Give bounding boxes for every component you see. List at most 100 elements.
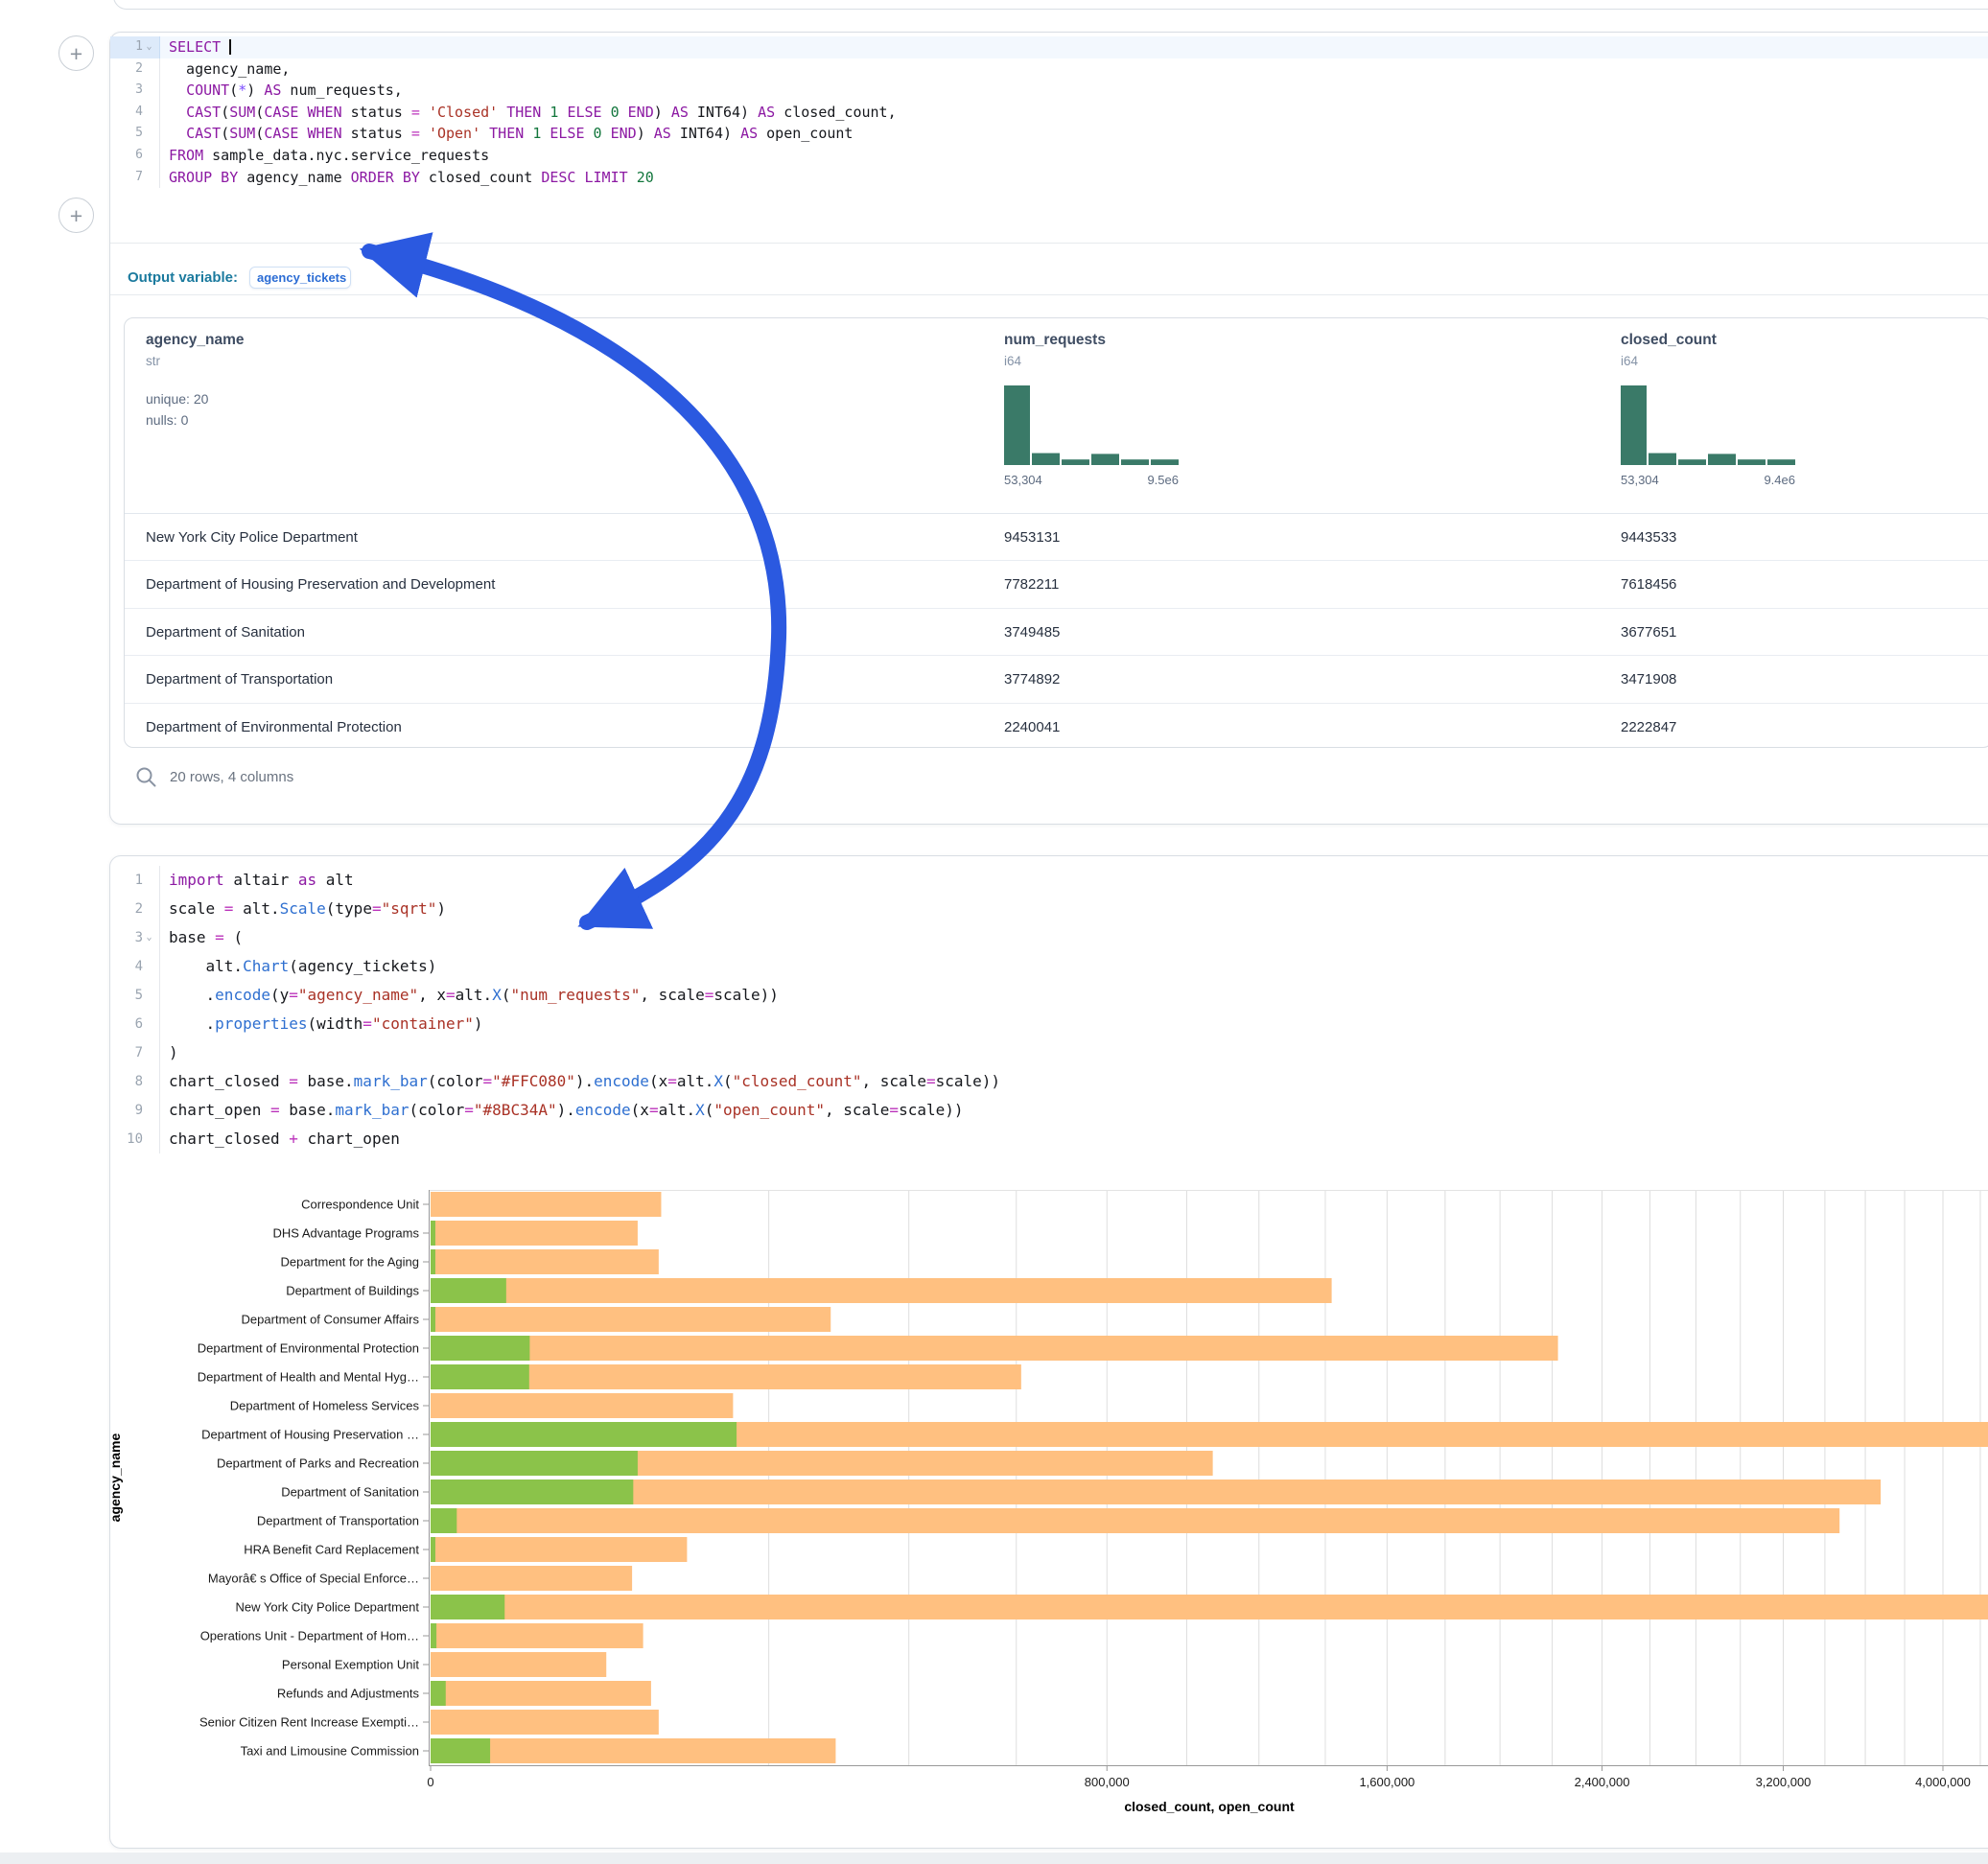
code-token — [620, 104, 628, 121]
bar-open-count — [431, 1336, 529, 1361]
code-line: 5 CAST(SUM(CASE WHEN status = 'Open' THE… — [110, 123, 1988, 145]
python-code-editor[interactable]: 1import altair as alt2scale = alt.Scale(… — [110, 866, 1988, 1153]
line-number: 8 — [135, 1067, 143, 1096]
code-token: ) — [637, 125, 654, 142]
code-line: 4 alt.Chart(agency_tickets) — [110, 952, 1988, 981]
bar-closed-count — [431, 1537, 687, 1562]
code-token: "agency_name" — [298, 986, 418, 1004]
code-line: 3⌄base = ( — [110, 923, 1988, 952]
code-token — [420, 104, 429, 121]
fold-chevron-icon[interactable]: ⌄ — [144, 923, 154, 952]
table-cell: Department of Transportation — [146, 656, 333, 703]
line-number: 9 — [135, 1096, 143, 1125]
code-token: ) — [436, 899, 446, 918]
x-axis-label: 800,000 — [1085, 1775, 1130, 1789]
code-token: encode — [575, 1101, 631, 1119]
line-number: 5 — [135, 123, 143, 145]
code-token: encode — [594, 1072, 649, 1090]
code-text: base = ( — [160, 923, 243, 952]
code-token: altair — [224, 871, 298, 889]
bar-closed-count — [431, 1192, 661, 1217]
x-axis-label: 3,200,000 — [1756, 1775, 1812, 1789]
y-axis-label: Refunds and Adjustments — [277, 1687, 420, 1701]
chart-bars — [431, 1192, 1988, 1763]
code-token: + — [289, 1130, 298, 1148]
code-token: = — [705, 986, 714, 1004]
histogram-bar — [1062, 459, 1089, 465]
code-token: (y — [270, 986, 289, 1004]
code-token: ( — [705, 1101, 714, 1119]
code-token: CAST — [186, 125, 221, 142]
sql-code-editor[interactable]: 1⌄SELECT 2 agency_name,3 COUNT(*) AS num… — [110, 36, 1988, 188]
table-column-header: num_requestsi6453,3049.5e6 — [1004, 332, 1179, 487]
code-token — [298, 125, 307, 142]
code-token: SELECT — [169, 38, 221, 56]
histogram-min-label: 53,304 — [1004, 473, 1042, 487]
table-footer: 20 rows, 4 columns — [135, 766, 293, 788]
line-number-gutter: 10 — [110, 1125, 160, 1153]
bar-closed-count — [431, 1681, 651, 1706]
code-token: ( — [723, 1072, 733, 1090]
x-axis-label: 0 — [427, 1775, 433, 1789]
code-token: agency_name, — [169, 60, 290, 78]
code-token: (agency_tickets) — [289, 957, 436, 975]
output-variable-pill[interactable]: agency_tickets — [249, 267, 351, 289]
histogram-max-label: 9.5e6 — [1147, 473, 1179, 487]
line-number: 1 — [135, 866, 143, 895]
bar-open-count — [431, 1738, 490, 1763]
y-axis-label: Department of Transportation — [257, 1514, 419, 1528]
line-number-gutter: 7 — [110, 1038, 160, 1067]
code-token: alt. — [659, 1101, 696, 1119]
code-line: 2 agency_name, — [110, 58, 1988, 81]
code-line: 1⌄SELECT — [110, 36, 1988, 58]
table-cell: 3677651 — [1621, 609, 1676, 656]
code-line: 7GROUP BY agency_name ORDER BY closed_co… — [110, 167, 1988, 189]
code-token: 'Open' — [429, 125, 480, 142]
search-icon[interactable] — [135, 766, 157, 788]
fold-chevron-icon[interactable]: ⌄ — [144, 36, 154, 58]
table-header: agency_namestrunique: 20nulls: 0num_requ… — [125, 318, 1988, 514]
code-token: = — [224, 899, 234, 918]
code-token — [480, 125, 489, 142]
code-token: AS — [740, 125, 758, 142]
code-token: chart_open — [298, 1130, 400, 1148]
code-token: X — [695, 1101, 705, 1119]
code-token: Scale — [280, 899, 326, 918]
code-token: base. — [280, 1101, 336, 1119]
column-type: i64 — [1621, 354, 1795, 368]
code-token — [575, 169, 584, 186]
code-line: 3 COUNT(*) AS num_requests, — [110, 80, 1988, 102]
y-axis-title: agency_name — [107, 1433, 123, 1522]
code-token: AS — [758, 104, 775, 121]
output-variable-label: Output variable: — [128, 269, 238, 286]
code-token: THEN — [489, 125, 524, 142]
y-axis-label: Operations Unit - Department of Hom… — [200, 1629, 419, 1643]
code-token: open_count — [758, 125, 853, 142]
line-number: 2 — [135, 58, 143, 81]
code-token: Chart — [243, 957, 289, 975]
code-line: 2scale = alt.Scale(type="sqrt") — [110, 895, 1988, 923]
code-token: ORDER BY — [351, 169, 420, 186]
code-token: = — [215, 928, 224, 946]
code-token: . — [169, 1014, 215, 1033]
code-token: scale — [169, 899, 224, 918]
line-number: 7 — [135, 1038, 143, 1067]
bar-open-count — [431, 1451, 638, 1476]
code-token: (color — [428, 1072, 483, 1090]
code-token: scale)) — [936, 1072, 1000, 1090]
column-type: str — [146, 354, 245, 368]
line-number-gutter: 3⌄ — [110, 923, 160, 952]
code-token: SUM — [229, 125, 255, 142]
table-cell: 2240041 — [1004, 704, 1060, 748]
code-token: ) — [654, 104, 671, 121]
code-token: = — [926, 1072, 936, 1090]
code-token: , scale — [862, 1072, 926, 1090]
code-token: 20 — [637, 169, 654, 186]
code-token: AS — [264, 82, 281, 99]
add-cell-button[interactable]: + — [58, 198, 94, 233]
code-token: = — [649, 1101, 659, 1119]
line-number: 2 — [135, 895, 143, 923]
histogram-bar — [1621, 385, 1647, 465]
code-token — [169, 104, 186, 121]
add-cell-button[interactable]: + — [58, 35, 94, 71]
